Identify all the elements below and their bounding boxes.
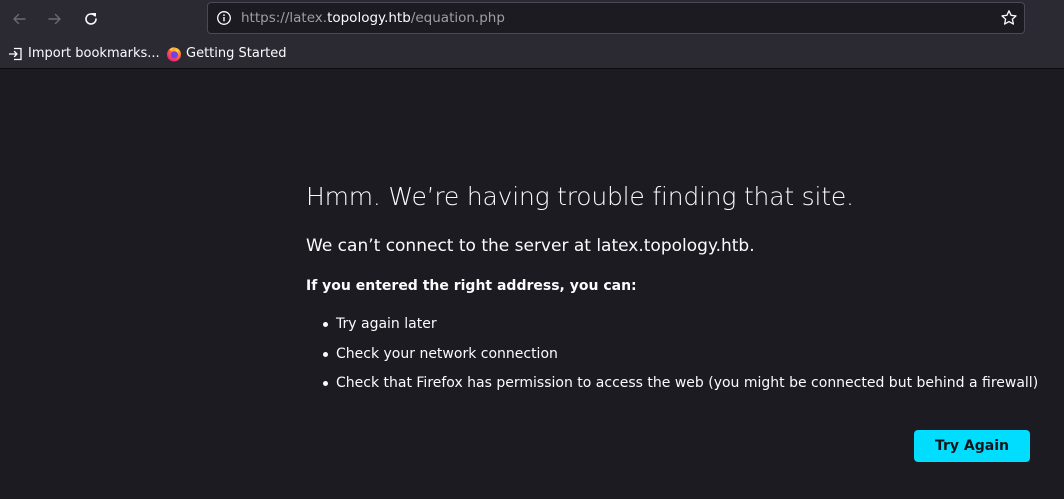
url-bar[interactable]: https://latex.topology.htb/equation.php (207, 2, 1025, 34)
arrow-right-icon (48, 13, 61, 25)
bullet-icon (323, 322, 328, 327)
list-item: Check your network connection (306, 344, 1038, 374)
suggestions-heading: If you entered the right address, you ca… (306, 278, 637, 294)
url-text[interactable]: https://latex.topology.htb/equation.php (241, 3, 505, 33)
error-description: We can’t connect to the server at latex.… (306, 236, 755, 256)
arrow-left-icon (13, 13, 26, 25)
bookmark-getting-started-label: Getting Started (186, 46, 287, 61)
bookmark-star-icon[interactable] (1000, 9, 1018, 27)
url-host-domain: topology.htb (327, 10, 411, 26)
suggestion-text: Check your network connection (336, 345, 558, 362)
reload-button[interactable] (77, 5, 105, 33)
back-button[interactable] (5, 5, 33, 33)
list-item: Check that Firefox has permission to acc… (306, 373, 1038, 403)
bullet-icon (323, 351, 328, 357)
bullet-icon (323, 381, 328, 386)
reload-icon (85, 13, 97, 25)
bookmark-import[interactable]: Import bookmarks... (8, 38, 160, 69)
suggestion-text: Check that Firefox has permission to acc… (336, 375, 1039, 391)
list-item: Try again later (306, 314, 1038, 344)
error-page: Hmm. We’re having trouble finding that s… (0, 70, 1064, 499)
bookmark-import-label: Import bookmarks... (28, 46, 160, 61)
url-scheme: https:// (241, 10, 290, 26)
suggestion-text: Try again later (336, 316, 437, 332)
forward-button[interactable] (41, 5, 69, 33)
info-icon[interactable] (216, 10, 232, 26)
bookmarks-toolbar: Import bookmarks... Getting Started (0, 38, 1064, 69)
url-host-prefix: latex. (289, 10, 328, 26)
navigation-toolbar: https://latex.topology.htb/equation.php (0, 0, 1064, 38)
import-icon (8, 47, 22, 60)
url-path: /equation.php (410, 10, 505, 26)
firefox-icon (167, 46, 181, 61)
try-again-button[interactable]: Try Again (914, 430, 1030, 462)
bookmark-getting-started[interactable]: Getting Started (166, 38, 287, 69)
suggestions-list: Try again later Check your network conne… (306, 314, 1038, 403)
page-title: Hmm. We’re having trouble finding that s… (306, 182, 854, 211)
